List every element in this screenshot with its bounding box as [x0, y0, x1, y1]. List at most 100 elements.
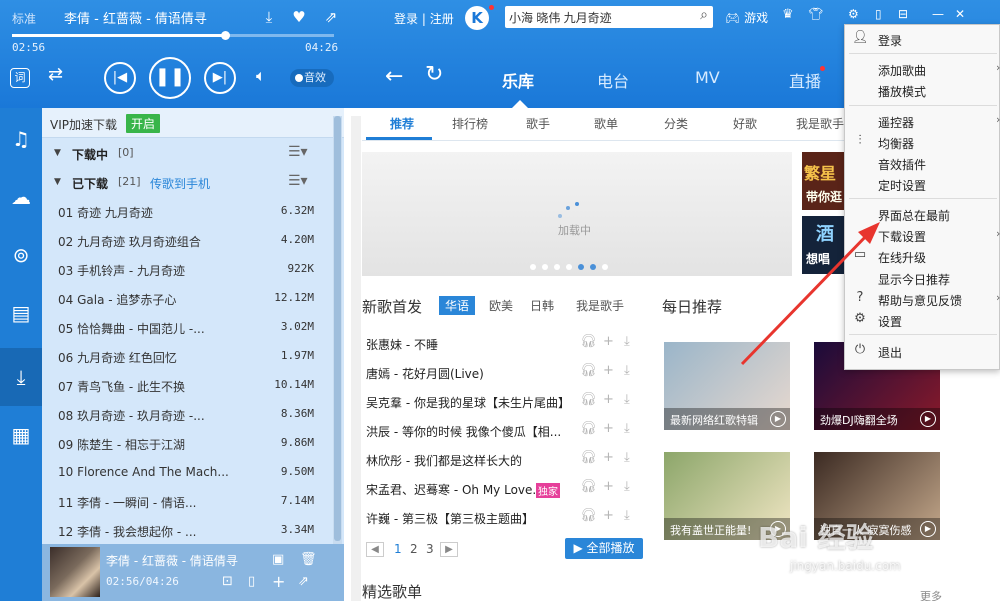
register-link[interactable]: 注册	[430, 12, 454, 26]
menu-item[interactable]: 音效插件	[845, 153, 1000, 174]
play-icon[interactable]: ▶	[920, 521, 936, 537]
menu-item[interactable]: ? 帮助与意见反馈 ›	[845, 289, 1000, 310]
headphone-icon[interactable]: 🎧︎	[580, 421, 597, 436]
new-song-row[interactable]: 许巍 - 第三极【第三极主题曲】 🎧︎ + ⤓	[366, 504, 656, 533]
region-tab[interactable]: 日韩	[524, 296, 560, 315]
login-link[interactable]: 登录	[394, 12, 418, 26]
song-row[interactable]: 05 恰恰舞曲 - 中国范儿 -... 3.02M	[42, 313, 332, 342]
sub-tab[interactable]: 我是歌手	[796, 115, 844, 132]
sub-tab[interactable]: 好歌	[733, 115, 757, 132]
menu-item[interactable]: ⏻ 退出	[845, 341, 1000, 362]
new-song-row[interactable]: 吴克羣 - 你是我的星球【未生片尾曲】 🎧︎ + ⤓	[366, 388, 656, 417]
song-row[interactable]: 06 九月奇迹 红色回忆 1.97M	[42, 342, 332, 371]
menu-item[interactable]: ⚙ 设置	[845, 310, 1000, 331]
menu-item[interactable]: 显示今日推荐	[845, 268, 1000, 289]
local-music-icon[interactable]: ▤	[0, 284, 42, 342]
progress-knob[interactable]	[220, 31, 230, 40]
carousel-dot[interactable]	[530, 264, 536, 270]
page-1[interactable]: 1	[394, 542, 402, 556]
region-tab[interactable]: 我是歌手	[570, 296, 630, 315]
download-icon[interactable]: ⤓	[258, 6, 280, 28]
download-icon[interactable]: ⤓	[624, 508, 630, 523]
sub-tab[interactable]: 歌单	[594, 115, 618, 132]
previous-button[interactable]: |◀	[104, 62, 136, 94]
menu-item[interactable]: 👤︎ 登录	[845, 29, 1000, 50]
transfer-to-phone-link[interactable]: 传歌到手机	[150, 175, 210, 192]
new-song-row[interactable]: 唐嫣 - 花好月圆(Live) 🎧︎ + ⤓	[366, 359, 656, 388]
new-song-row[interactable]: 洪辰 - 等你的时候 我像个傻瓜【相... 🎧︎ + ⤓	[366, 417, 656, 446]
download-icon[interactable]: ⤓	[624, 450, 630, 465]
close-icon[interactable]: ✕	[955, 7, 965, 21]
search-icon[interactable]: ⌕	[700, 7, 708, 23]
login-register-link[interactable]: 登录 | 注册	[394, 10, 454, 27]
song-row[interactable]: 07 青鸟飞鱼 - 此生不换 10.14M	[42, 371, 332, 400]
tab-live[interactable]: 直播	[789, 68, 821, 92]
search-input[interactable]	[509, 8, 685, 26]
song-row[interactable]: 10 Florence And The Mach... 9.50M	[42, 458, 332, 487]
daily-card[interactable]: 最新网络红歌特辑 ▶	[664, 342, 790, 430]
add-icon[interactable]: +	[603, 392, 614, 407]
group-menu-icon[interactable]: ☰▾	[288, 173, 308, 189]
add-icon[interactable]: +	[603, 508, 614, 523]
group-downloaded[interactable]: ▼ 已下载 [21] 传歌到手机 ☰▾	[42, 168, 332, 197]
carousel-dot[interactable]	[578, 264, 584, 270]
next-page-button[interactable]: ▶	[440, 542, 458, 557]
headphone-icon[interactable]: 🎧︎	[580, 479, 597, 494]
play-icon[interactable]: ▶	[920, 411, 936, 427]
headphone-icon[interactable]: 🎧︎	[580, 334, 597, 349]
phone-icon[interactable]: ▯	[248, 574, 255, 589]
play-all-button[interactable]: ▶ 全部播放	[565, 538, 643, 559]
play-icon[interactable]: ▶	[770, 411, 786, 427]
progress-bar[interactable]	[12, 31, 334, 40]
headphone-icon[interactable]: 🎧︎	[580, 508, 597, 523]
shuffle-icon[interactable]: ⇄	[48, 64, 63, 85]
add-icon[interactable]: +	[603, 363, 614, 378]
download-icon[interactable]: ⤓	[624, 392, 630, 407]
headphone-icon[interactable]: 🎧︎	[580, 363, 597, 378]
cloud-icon[interactable]: ☁	[0, 168, 42, 226]
region-tab[interactable]: 欧美	[483, 296, 519, 315]
menu-item[interactable]: 遥控器 ›	[845, 111, 1000, 132]
song-row[interactable]: 01 奇迹 九月奇迹 6.32M	[42, 197, 332, 226]
page-2[interactable]: 2	[410, 542, 418, 556]
headphone-icon[interactable]: 🎧︎	[580, 392, 597, 407]
back-icon[interactable]: ←	[385, 64, 403, 89]
page-3[interactable]: 3	[426, 542, 434, 556]
download-manager-icon[interactable]: ⤓	[0, 348, 42, 406]
sound-effect-toggle[interactable]: 音效	[290, 69, 334, 87]
banner-carousel[interactable]: 加载中	[362, 152, 792, 276]
sub-tab[interactable]: 推荐	[390, 115, 414, 132]
add-icon[interactable]: +	[603, 479, 614, 494]
apps-grid-icon[interactable]: ▦	[0, 406, 42, 464]
song-row[interactable]: 12 李倩 - 我会想起你 - ... 3.34M	[42, 516, 332, 545]
headphone-icon[interactable]: 🎧︎	[580, 450, 597, 465]
add-icon[interactable]: +	[603, 421, 614, 436]
settings-gear-icon[interactable]: ⚙	[848, 7, 859, 21]
menu-item[interactable]: 播放模式	[845, 80, 1000, 101]
refresh-icon[interactable]: ↻	[425, 62, 443, 87]
side-ad-1[interactable]: 繁星 带你逛	[802, 152, 846, 210]
kuwo-logo[interactable]: K	[465, 6, 489, 30]
lyric-mini-icon[interactable]: ▣	[272, 552, 284, 567]
group-menu-icon[interactable]: ☰▾	[288, 144, 308, 160]
volume-icon[interactable]: 🔈︎	[256, 66, 266, 86]
pause-button[interactable]: ❚❚	[149, 57, 191, 99]
prev-page-button[interactable]: ◀	[366, 542, 384, 557]
song-row[interactable]: 09 陈楚生 - 相忘于江湖 9.86M	[42, 429, 332, 458]
game-link[interactable]: 🎮︎ 游戏	[725, 9, 768, 26]
tab-mv[interactable]: MV	[695, 68, 720, 87]
radio-signal-icon[interactable]: ⊚	[0, 226, 42, 284]
list-scrollbar[interactable]	[333, 116, 342, 544]
quality-selector[interactable]: 标准	[12, 10, 36, 27]
side-ad-2[interactable]: 酒 想唱	[802, 216, 846, 274]
song-row[interactable]: 02 九月奇迹 玖月奇迹组合 4.20M	[42, 226, 332, 255]
carousel-dot[interactable]	[566, 264, 572, 270]
vip-enable-button[interactable]: 开启	[126, 114, 161, 133]
song-row[interactable]: 03 手机铃声 - 九月奇迹 922K	[42, 255, 332, 284]
more-link[interactable]: 更多	[920, 588, 942, 601]
album-cover[interactable]	[50, 547, 100, 597]
add-icon[interactable]: +	[603, 450, 614, 465]
add-icon[interactable]: +	[603, 334, 614, 349]
scrollbar-thumb[interactable]	[334, 116, 341, 541]
medal-icon[interactable]: ♛	[782, 7, 794, 22]
